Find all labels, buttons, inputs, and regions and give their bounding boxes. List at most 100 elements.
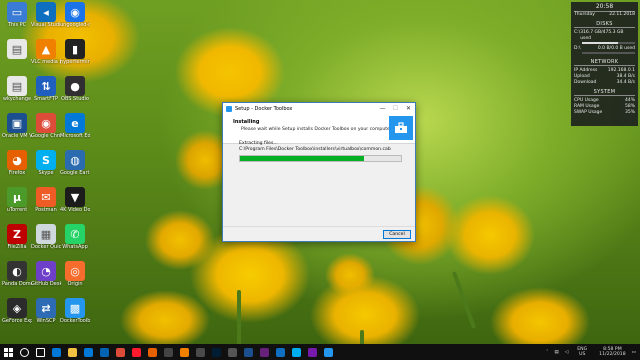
desktop-icon-label: SmartFTP <box>34 96 58 102</box>
system-label: SWAP Usage <box>574 110 603 115</box>
desktop-icon[interactable]: ◍ Google Earth <box>60 150 90 188</box>
docker-setup-taskbar-icon[interactable] <box>320 344 336 360</box>
desktop-icon[interactable]: µ uTorrent <box>2 187 32 225</box>
panda-icon: ◐ <box>7 261 27 281</box>
desktop-icon[interactable]: ✉ Postman <box>31 187 61 225</box>
vlc-icon: ▲ <box>36 39 56 59</box>
desktop-icon[interactable]: ◐ Panda Dome <box>2 261 32 299</box>
desktop-icon[interactable]: ◈GeForce Experience <box>2 298 32 336</box>
visual-studio-icon[interactable] <box>256 344 272 360</box>
origin-icon: ◎ <box>65 261 85 281</box>
app-icon[interactable] <box>192 344 208 360</box>
desktop-icon[interactable]: ▤ wkychange <box>2 76 32 114</box>
firefox-icon: ◕ <box>7 150 27 170</box>
desktop-icon-label: OBS Studio <box>61 96 89 102</box>
system-header: SYSTEM <box>574 89 635 96</box>
desktop-icon-label: Google Earth <box>60 170 90 176</box>
skype-taskbar-icon[interactable] <box>288 344 304 360</box>
vlc-taskbar-icon-glyph <box>179 347 189 357</box>
virtualbox-taskbar-icon-glyph <box>243 347 253 357</box>
volume-icon[interactable]: ◁ <box>565 350 569 355</box>
file-explorer-icon[interactable] <box>64 344 80 360</box>
desktop-icon-label: Panda Dome <box>2 281 32 287</box>
vlc-taskbar-icon[interactable] <box>176 344 192 360</box>
system-value: 35% <box>624 110 635 115</box>
desktop-icon[interactable]: ✆ WhatsApp <box>60 224 90 262</box>
desktop-icon-label: Microsoft Edge <box>60 133 90 139</box>
vscode-taskbar-icon[interactable] <box>272 344 288 360</box>
edge-icon: e <box>65 113 85 133</box>
start-button[interactable] <box>0 344 16 360</box>
dialog-body: Extracting files... C:\Program Files\Doc… <box>239 141 391 153</box>
chrome-taskbar-icon-glyph <box>115 347 125 357</box>
widget-time: 20:58 <box>595 3 614 10</box>
virtualbox-taskbar-icon[interactable] <box>240 344 256 360</box>
firefox-taskbar-icon[interactable] <box>144 344 160 360</box>
widget-date: 22.11.2018 <box>609 12 635 17</box>
language-indicator[interactable]: ENG US <box>577 347 587 357</box>
chrome-taskbar-icon[interactable] <box>112 344 128 360</box>
desktop-icon[interactable]: ⇅ SmartFTP <box>31 76 61 114</box>
desktop-icon[interactable]: eMicrosoft Edge <box>60 113 90 151</box>
network-icon[interactable]: ▤ <box>554 350 558 355</box>
network-header: NETWORK <box>574 59 635 66</box>
desktop-icon[interactable]: ▣Oracle VM VirtualBox <box>2 113 32 151</box>
desktop-icon-label: 4K Video Downloader <box>60 207 90 213</box>
desktop-icon-label: GeForce Experience <box>2 318 32 324</box>
store-icon[interactable] <box>80 344 96 360</box>
settings-icon[interactable] <box>224 344 240 360</box>
desktop-icon[interactable]: ▼4K Video Downloader <box>60 187 90 225</box>
desktop-icon[interactable]: ◉Google Chrome <box>31 113 61 151</box>
desktop-icon-label: This PC <box>7 22 27 28</box>
desktop-icon[interactable]: Z FileZilla <box>2 224 32 262</box>
desktop-icon[interactable]: ⇄ WinSCP <box>31 298 61 336</box>
settings-icon-glyph <box>227 347 237 357</box>
mail-icon-glyph <box>99 347 109 357</box>
cancel-button[interactable]: Cancel <box>383 230 411 239</box>
minimize-button[interactable]: — <box>376 105 389 112</box>
notifications-icon[interactable]: ▭ <box>632 350 636 355</box>
close-button[interactable]: ✕ <box>402 105 415 112</box>
desktop-icon-label: Postman <box>35 207 57 213</box>
desktop-icon[interactable]: ▤ <box>2 39 32 77</box>
task-view-icon[interactable] <box>32 344 48 360</box>
mail-icon[interactable] <box>96 344 112 360</box>
desktop-icon[interactable]: ◎ Origin <box>60 261 90 299</box>
desktop-icon[interactable]: ◔GitHub Desktop <box>31 261 61 299</box>
desktop-icon[interactable]: ◂Visual Studio Code <box>31 2 61 40</box>
taskbar-clock[interactable]: 8:58 PM 11/22/2018 <box>599 347 625 357</box>
media-icon[interactable] <box>160 344 176 360</box>
desktop-icon[interactable]: S Skype <box>31 150 61 188</box>
opera-icon[interactable] <box>128 344 144 360</box>
docker-icon <box>226 105 232 112</box>
tray-expand-icon[interactable]: ˄ <box>546 350 548 355</box>
desktop-icon-label: WinSCP <box>36 318 56 324</box>
maximize-button[interactable]: ☐ <box>389 105 402 112</box>
photoshop-icon[interactable] <box>208 344 224 360</box>
desktop-icon-label: VLC media player <box>31 59 61 65</box>
whatsapp-icon: ✆ <box>65 224 85 244</box>
setup-dialog: Setup - Docker Toolbox — ☐ ✕ Installing … <box>222 102 416 242</box>
desktop-icon[interactable]: ▭ This PC <box>2 2 32 40</box>
search-icon[interactable] <box>16 344 32 360</box>
chrome-icon: ◉ <box>36 113 56 133</box>
vscode-taskbar-icon-glyph <box>275 347 285 357</box>
file-explorer-icon-glyph <box>67 347 77 357</box>
desktop-icon-label: ungoogled-chromium <box>60 22 90 28</box>
system-tray: ˄ ▤ ◁ ENG US 8:58 PM 11/22/2018 ▭ <box>543 344 640 360</box>
onenote-icon[interactable] <box>304 344 320 360</box>
dialog-titlebar[interactable]: Setup - Docker Toolbox — ☐ ✕ <box>223 103 415 114</box>
desktop-icon[interactable]: ▩DockerToolbox <box>60 298 90 336</box>
desktop-icon[interactable]: ◉ungoogled-chromium <box>60 2 90 40</box>
disk-usage-bar <box>582 42 635 44</box>
skype-icon: S <box>36 150 56 170</box>
desktop-icon[interactable]: ● OBS Studio <box>60 76 90 114</box>
desktop-icon[interactable]: ▮hyperterminal <box>60 39 90 77</box>
clock-date: 11/22/2018 <box>599 352 626 357</box>
edge-taskbar-icon[interactable] <box>48 344 64 360</box>
disk-usage-bar <box>582 52 635 54</box>
desktop-icon[interactable]: ▲VLC media player <box>31 39 61 77</box>
opera-icon-glyph <box>131 347 141 357</box>
desktop-icon[interactable]: ◕ Firefox <box>2 150 32 188</box>
desktop-icon[interactable]: ▦Docker Quickstart <box>31 224 61 262</box>
